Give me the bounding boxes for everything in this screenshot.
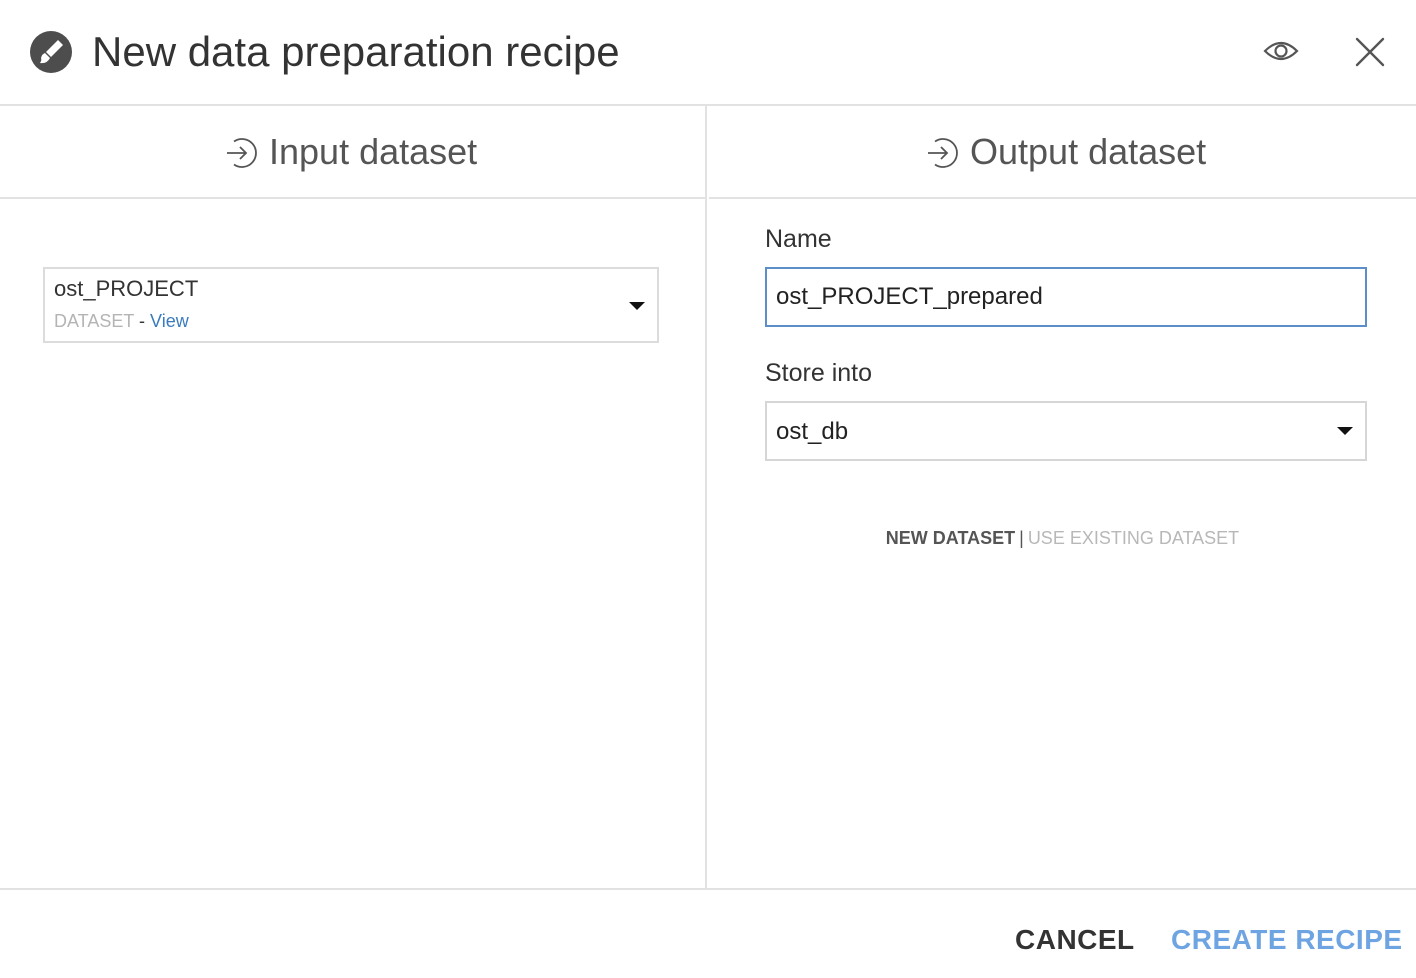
store-into-value: ost_db — [776, 418, 849, 445]
brush-icon — [30, 31, 72, 73]
create-recipe-button[interactable]: CREATE RECIPE — [1171, 922, 1403, 958]
chevron-down-icon — [629, 302, 645, 310]
input-column: Input dataset ost_PROJECT DATASET - View — [0, 106, 707, 890]
new-dataset-option[interactable]: NEW DATASET — [886, 528, 1015, 548]
chevron-down-icon — [1337, 427, 1353, 435]
dataset-type-label: DATASET — [54, 311, 135, 331]
dataset-meta-separator: - — [134, 311, 151, 331]
close-icon[interactable] — [1352, 34, 1388, 70]
output-dataset-heading: Output dataset — [970, 131, 1207, 172]
modal-footer: CANCEL CREATE RECIPE — [0, 888, 1416, 978]
cancel-button[interactable]: CANCEL — [1015, 922, 1135, 958]
name-label: Name — [765, 225, 832, 253]
store-into-select[interactable]: ost_db — [765, 401, 1367, 461]
input-dataset-name: ost_PROJECT — [54, 276, 199, 301]
input-dataset-meta: DATASET - View — [54, 309, 189, 333]
arrow-in-icon — [925, 136, 959, 170]
dataset-mode-toggle: NEW DATASET | USE EXISTING DATASET — [709, 526, 1416, 550]
mode-separator: | — [1019, 528, 1024, 548]
input-dataset-select[interactable]: ost_PROJECT DATASET - View — [43, 267, 659, 343]
output-column-header: Output dataset — [709, 106, 1416, 199]
use-existing-dataset-option[interactable]: USE EXISTING DATASET — [1028, 528, 1239, 548]
arrow-in-icon — [224, 136, 258, 170]
input-column-header: Input dataset — [0, 106, 705, 199]
modal-title: New data preparation recipe — [92, 28, 620, 75]
output-name-input[interactable] — [765, 267, 1367, 327]
store-into-label: Store into — [765, 359, 873, 387]
input-dataset-heading: Input dataset — [269, 131, 478, 172]
output-column: Output dataset Name Store into ost_db NE… — [709, 106, 1416, 890]
modal-header: New data preparation recipe — [0, 0, 1416, 106]
view-dataset-link[interactable]: View — [150, 311, 189, 331]
eye-icon[interactable] — [1262, 34, 1300, 68]
